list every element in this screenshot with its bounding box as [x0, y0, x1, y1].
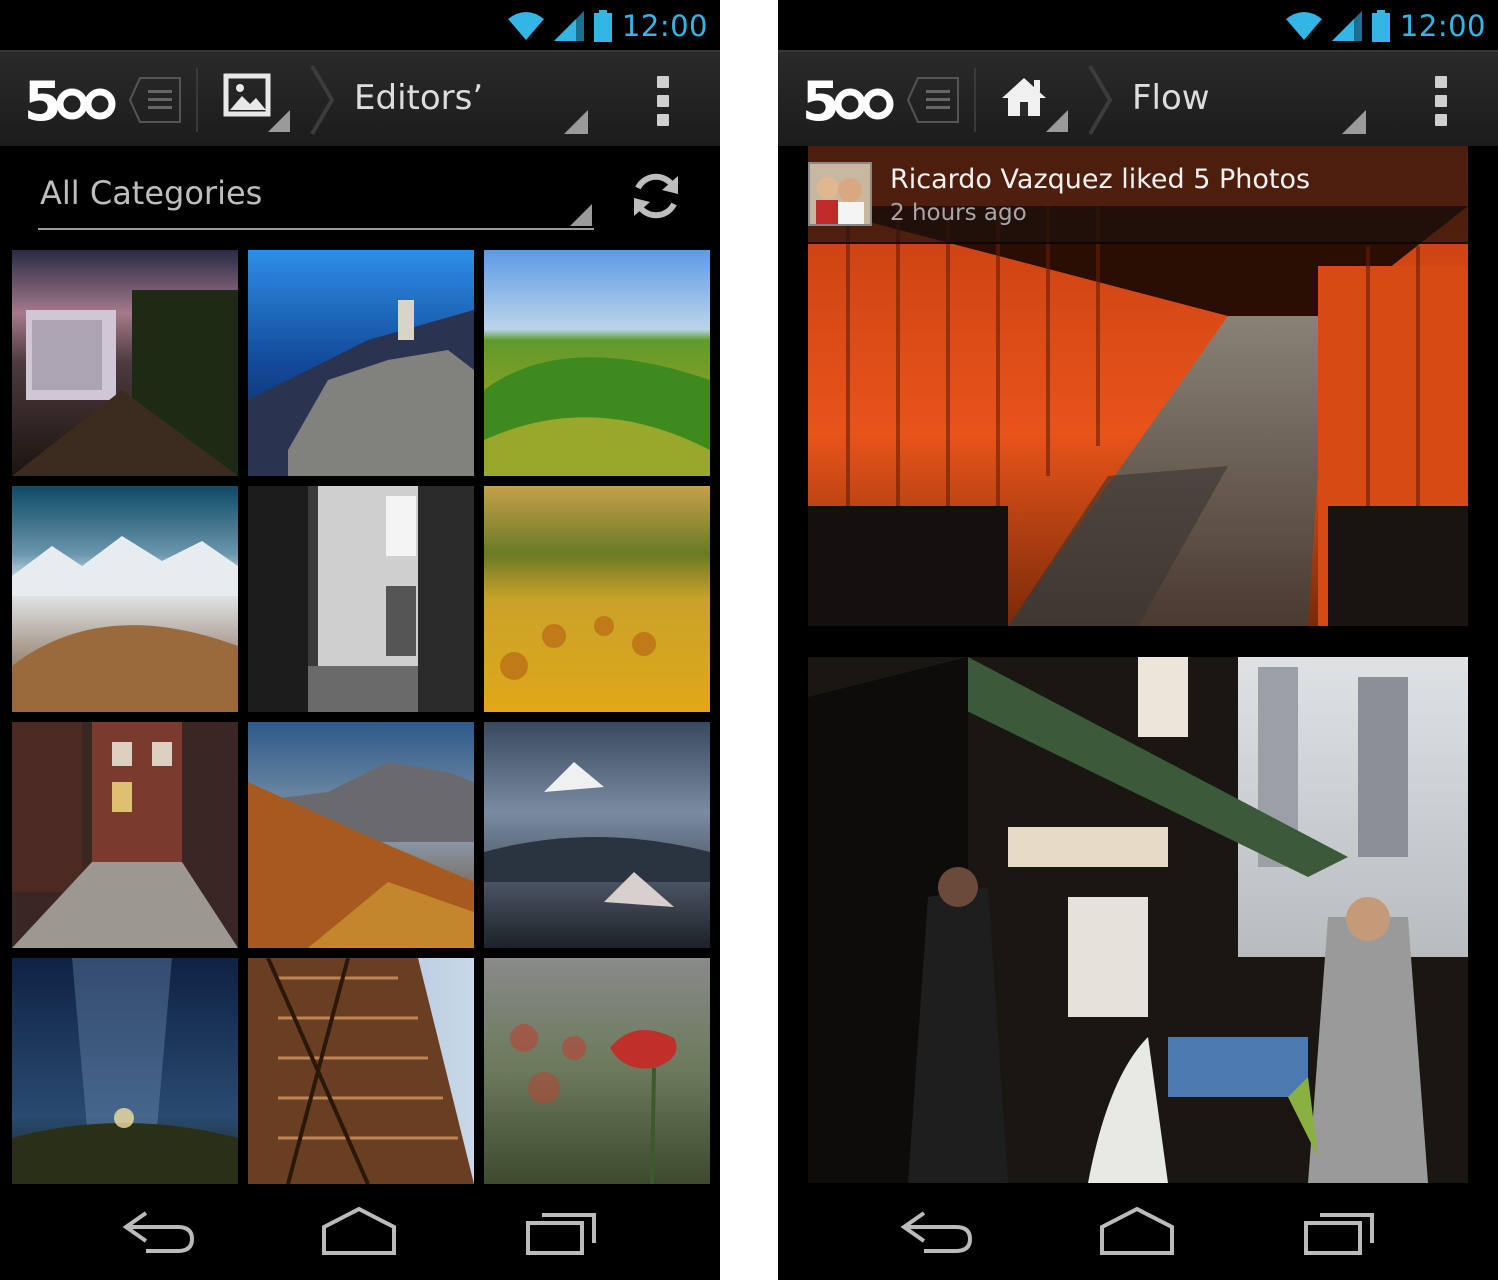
battery-icon: [1371, 10, 1390, 42]
activity-header[interactable]: Ricardo Vazquez liked 5 Photos 2 hours a…: [808, 146, 1468, 244]
svg-text:5: 5: [802, 70, 840, 130]
navigation-bar: [778, 1185, 1498, 1280]
back-icon[interactable]: [894, 1205, 984, 1259]
feed-photo-card[interactable]: [808, 657, 1468, 1183]
feed-photo-market: [808, 657, 1468, 1183]
avatar[interactable]: [808, 162, 872, 226]
app-logo-500px[interactable]: 5: [24, 66, 124, 130]
drawer-menu-icon[interactable]: [906, 76, 962, 124]
photo-tile[interactable]: [12, 958, 238, 1184]
action-bar: 5 Editors’: [0, 50, 720, 146]
dropdown-indicator-icon[interactable]: [1342, 110, 1366, 134]
category-dropdown[interactable]: All Categories: [38, 168, 594, 230]
recents-icon[interactable]: [1296, 1205, 1386, 1259]
phone-screen-editors: 12:00 5 Editors’ All Categories: [0, 0, 720, 1280]
home-nav-icon[interactable]: [1092, 1205, 1182, 1259]
status-time: 12:00: [621, 9, 708, 43]
photo-tile[interactable]: [484, 486, 710, 712]
activity-time: 2 hours ago: [890, 200, 1027, 226]
photo-tile[interactable]: [12, 722, 238, 948]
image-icon[interactable]: [220, 72, 292, 136]
photo-tile[interactable]: [12, 486, 238, 712]
photo-tile[interactable]: [484, 958, 710, 1184]
overflow-menu-button[interactable]: [650, 76, 676, 126]
section-title[interactable]: Flow: [1132, 78, 1210, 118]
photo-tile[interactable]: [484, 722, 710, 948]
status-bar: 12:00: [0, 0, 720, 50]
dropdown-indicator-icon[interactable]: [564, 110, 588, 134]
home-nav-icon[interactable]: [314, 1205, 404, 1259]
app-logo-500px[interactable]: 5: [802, 66, 902, 130]
signal-icon: [1331, 11, 1362, 41]
divider: [196, 68, 198, 132]
battery-icon: [593, 10, 612, 42]
breadcrumb-chevron-icon: [310, 64, 335, 136]
wifi-icon: [1285, 12, 1322, 40]
overflow-menu-button[interactable]: [1428, 76, 1454, 126]
phone-screen-flow: 12:00 5 Flow Ricardo Vazquez liked 5 Pho…: [778, 0, 1498, 1280]
navigation-bar: [0, 1185, 720, 1280]
home-icon[interactable]: [998, 72, 1070, 136]
wifi-icon: [507, 12, 544, 40]
category-label: All Categories: [40, 174, 263, 212]
svg-text:5: 5: [24, 70, 62, 130]
photo-tile[interactable]: [12, 250, 238, 476]
drawer-menu-icon[interactable]: [128, 76, 184, 124]
divider: [974, 68, 976, 132]
photo-tile[interactable]: [248, 486, 474, 712]
breadcrumb-chevron-icon: [1088, 64, 1113, 136]
section-title[interactable]: Editors’: [354, 78, 483, 118]
back-icon[interactable]: [116, 1205, 206, 1259]
photo-tile[interactable]: [248, 250, 474, 476]
photo-tile[interactable]: [248, 722, 474, 948]
activity-text: Ricardo Vazquez liked 5 Photos: [890, 164, 1311, 195]
status-bar: 12:00: [778, 0, 1498, 50]
action-bar: 5 Flow: [778, 50, 1498, 146]
refresh-icon[interactable]: [626, 166, 686, 226]
recents-icon[interactable]: [518, 1205, 608, 1259]
dropdown-indicator-icon: [570, 204, 592, 226]
photo-tile[interactable]: [484, 250, 710, 476]
photo-tile[interactable]: [248, 958, 474, 1184]
signal-icon: [553, 11, 584, 41]
feed-photo-card[interactable]: Ricardo Vazquez liked 5 Photos 2 hours a…: [808, 146, 1468, 626]
status-time: 12:00: [1399, 9, 1486, 43]
